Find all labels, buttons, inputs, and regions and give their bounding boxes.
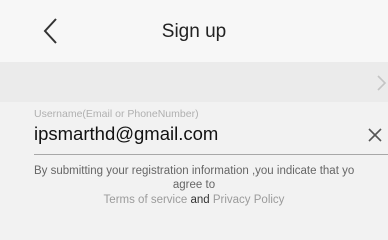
chevron-right-icon[interactable] [374,74,388,92]
username-underline [34,154,388,155]
registration-notice-line1: By submitting your registration informat… [34,165,355,177]
and-text: and [190,194,213,206]
header-bar: Sign up [0,0,388,62]
clear-icon[interactable] [368,128,382,142]
terms-of-service-link[interactable]: Terms of service [104,194,188,206]
region-select-row[interactable] [0,62,388,102]
privacy-policy-link[interactable]: Privacy Policy [213,194,285,206]
page-title: Sign up [161,21,227,42]
username-label: Username(Email or PhoneNumber) [34,108,199,120]
username-input[interactable]: ipsmarthd@gmail.com [34,123,218,145]
registration-notice-line2: agree to [172,179,216,191]
policy-links: Terms of service and Privacy Policy [0,194,388,206]
